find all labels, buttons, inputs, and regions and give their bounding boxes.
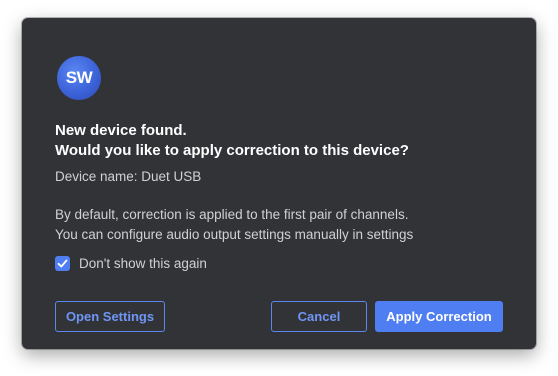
info-line-2: You can configure audio output settings … [55, 227, 414, 242]
headline-line-2: Would you like to apply correction to th… [55, 142, 409, 159]
dialog-headline: New device found. Would you like to appl… [55, 121, 409, 161]
dont-show-again-row[interactable]: Don't show this again [55, 256, 207, 271]
cancel-button[interactable]: Cancel [271, 301, 367, 332]
apply-correction-button[interactable]: Apply Correction [375, 301, 503, 332]
info-text: By default, correction is applied to the… [55, 205, 413, 245]
sw-logo-icon: SW [57, 56, 101, 100]
logo-text: SW [65, 68, 93, 87]
dont-show-again-checkbox[interactable] [55, 256, 70, 271]
open-settings-button[interactable]: Open Settings [55, 301, 165, 332]
device-found-dialog: SW New device found. Would you like to a… [22, 18, 536, 349]
info-line-1: By default, correction is applied to the… [55, 207, 409, 222]
checkmark-icon [57, 259, 68, 268]
device-name-label: Device name: Duet USB [55, 169, 202, 184]
dont-show-again-label[interactable]: Don't show this again [79, 256, 207, 271]
headline-line-1: New device found. [55, 122, 187, 139]
